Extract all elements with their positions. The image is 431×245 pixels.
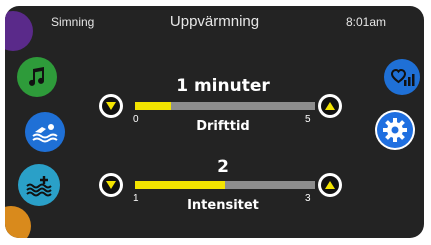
settings-button[interactable] [375, 110, 415, 150]
triangle-up-icon [325, 181, 335, 189]
intensity-increase-button[interactable] [318, 173, 342, 197]
intensity-slider-fill [135, 181, 225, 189]
runtime-slider[interactable] [135, 102, 315, 110]
runtime-value: 1 minuter [176, 76, 270, 96]
runtime-slider-fill [135, 102, 171, 110]
water-heater-icon [26, 176, 52, 197]
swimmer-icon [32, 124, 58, 143]
music-button[interactable] [17, 57, 57, 97]
runtime-decrease-button[interactable] [99, 94, 123, 118]
triangle-down-icon [106, 181, 116, 189]
intensity-decrease-button[interactable] [99, 173, 123, 197]
intensity-value: 2 [217, 157, 229, 177]
intensity-label: Intensitet [187, 198, 259, 213]
heater-button[interactable] [18, 164, 60, 206]
runtime-increase-button[interactable] [318, 94, 342, 118]
gear-icon [383, 118, 407, 142]
intensity-slider[interactable] [135, 181, 315, 189]
diagnostics-button[interactable] [384, 59, 420, 95]
clock: 8:01am [345, 15, 386, 29]
music-note-icon [29, 67, 45, 86]
device-screen: Simning Uppvärmning 8:01am 1 minuter 0 5… [5, 6, 424, 238]
swim-button[interactable] [25, 112, 65, 152]
runtime-label: Drifttid [196, 119, 250, 134]
triangle-up-icon [325, 102, 335, 110]
heart-signal-icon [390, 68, 415, 86]
bottom-partial-button[interactable] [5, 206, 31, 238]
triangle-down-icon [106, 102, 116, 110]
